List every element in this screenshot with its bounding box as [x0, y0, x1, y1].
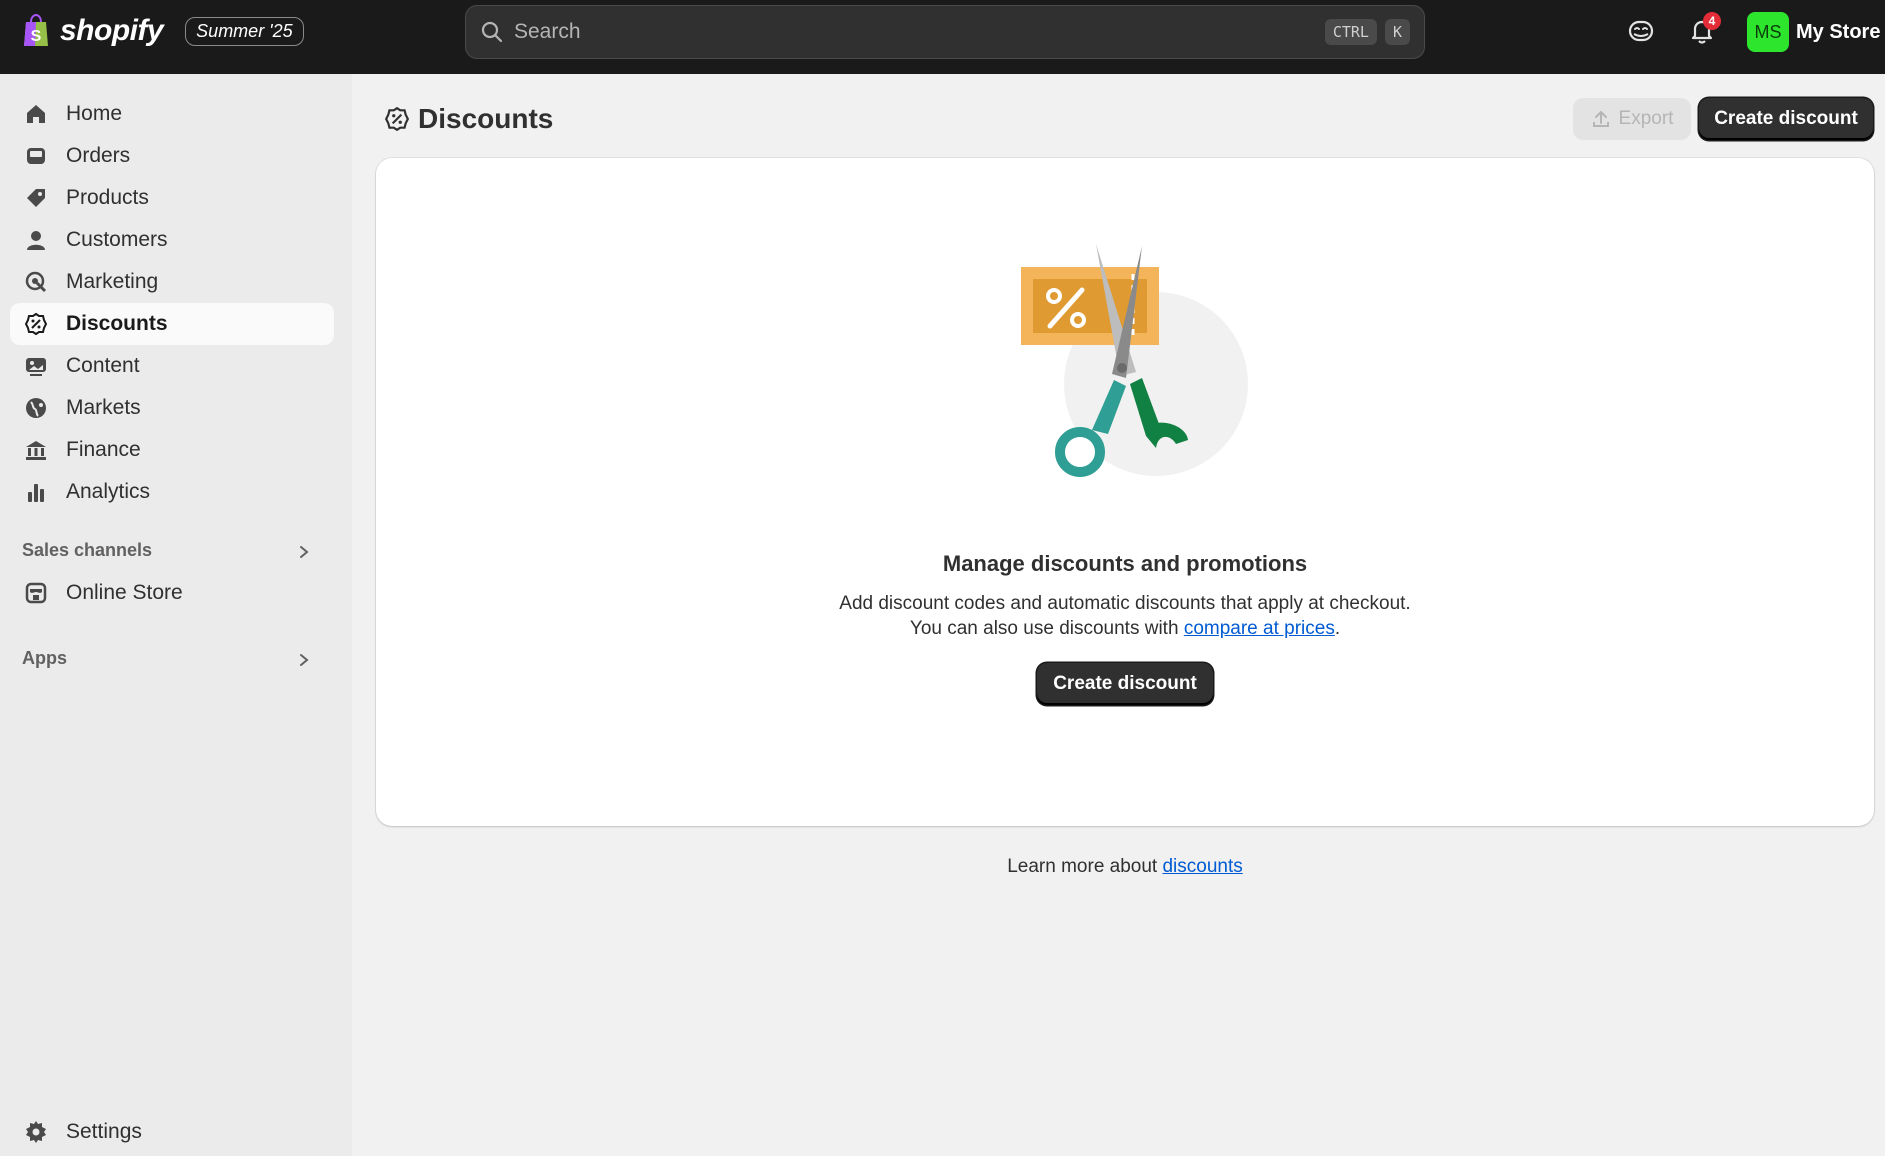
- store-name[interactable]: My Store: [1796, 21, 1880, 44]
- sidebar-item-label: Content: [66, 354, 140, 377]
- inbox-icon: [27, 148, 45, 164]
- shopify-bag-icon: S: [24, 14, 48, 46]
- sales-channels-heading[interactable]: Sales channels: [22, 540, 152, 561]
- sidebar-item-discounts[interactable]: Discounts: [10, 303, 334, 345]
- compare-at-prices-link[interactable]: compare at prices: [1184, 618, 1335, 639]
- empty-state-heading: Manage discounts and promotions: [942, 551, 1308, 576]
- empty-state-create-discount-button[interactable]: Create discount: [1037, 663, 1213, 705]
- learn-more-text: Learn more about: [1007, 856, 1163, 877]
- sidebar-item-home[interactable]: Home: [10, 93, 334, 135]
- sidebar: Home Orders Products Customers Marketing…: [0, 74, 352, 1156]
- sidebar-item-products[interactable]: Products: [10, 177, 334, 219]
- person-icon: [27, 231, 45, 250]
- search-icon: [481, 21, 503, 43]
- sidebar-item-settings[interactable]: Settings: [10, 1111, 334, 1153]
- chevron-right-icon[interactable]: [296, 652, 312, 668]
- avatar[interactable]: MS: [1747, 12, 1789, 52]
- svg-text:S: S: [31, 28, 42, 45]
- empty-state-description: Add discount codes and automatic discoun…: [376, 591, 1874, 641]
- sidebar-item-label: Settings: [66, 1120, 142, 1143]
- sidebar-item-content[interactable]: Content: [10, 345, 334, 387]
- tag-icon: [27, 189, 45, 207]
- sidebar-item-label: Marketing: [66, 270, 159, 293]
- discount-badge-icon: [384, 106, 410, 132]
- empty-state-line-2: You can also use discounts with compare …: [376, 616, 1874, 641]
- notification-count-badge: 4: [1703, 12, 1721, 30]
- page-header: Discounts: [384, 103, 553, 135]
- bar-chart-icon: [28, 484, 44, 502]
- empty-state-line-2-text: You can also use discounts with: [909, 618, 1184, 639]
- sidebar-item-label: Discounts: [66, 312, 168, 335]
- globe-icon: [26, 398, 46, 418]
- discount-badge-icon: [24, 312, 48, 336]
- shopify-logo[interactable]: S shopify Summer '25: [22, 14, 304, 48]
- search-input[interactable]: [514, 20, 1317, 44]
- shortcut-key-k: K: [1384, 19, 1410, 45]
- sidebar-item-label: Home: [66, 102, 123, 125]
- learn-more-footer: Learn more about discounts: [376, 856, 1874, 878]
- apps-heading[interactable]: Apps: [22, 648, 67, 669]
- store-icon: [25, 582, 47, 604]
- discounts-help-link[interactable]: discounts: [1162, 856, 1242, 877]
- brand-wordmark: shopify: [60, 14, 164, 47]
- top-bar: S shopify Summer '25 CTRL K 4 MS My Stor…: [0, 0, 1885, 74]
- sidebar-item-marketing[interactable]: Marketing: [10, 261, 334, 303]
- sidebar-item-orders[interactable]: Orders: [10, 135, 334, 177]
- export-button[interactable]: Export: [1573, 98, 1691, 140]
- bank-icon: [26, 441, 46, 460]
- page-title: Discounts: [418, 103, 554, 134]
- sidebar-item-label: Orders: [66, 144, 131, 167]
- sidebar-item-label: Finance: [66, 438, 141, 461]
- search-bar[interactable]: CTRL K: [465, 5, 1425, 59]
- shortcut-key-ctrl: CTRL: [1324, 19, 1377, 45]
- image-icon: [26, 358, 46, 376]
- create-discount-button[interactable]: Create discount: [1699, 98, 1873, 140]
- scissors-coupon-illustration: [1021, 244, 1248, 477]
- target-icon: [25, 271, 47, 293]
- sidebar-item-analytics[interactable]: Analytics: [10, 471, 334, 513]
- export-button-label: Export: [1618, 108, 1674, 129]
- empty-state-line-1: Add discount codes and automatic discoun…: [839, 593, 1411, 614]
- sidebar-item-label: Online Store: [66, 581, 183, 604]
- sidekick-icon[interactable]: [1626, 16, 1656, 46]
- chevron-right-icon[interactable]: [296, 544, 312, 560]
- gear-icon: [26, 1121, 46, 1143]
- sidebar-item-label: Analytics: [66, 480, 151, 503]
- sidebar-item-online-store[interactable]: Online Store: [10, 572, 334, 614]
- sidebar-item-markets[interactable]: Markets: [10, 387, 334, 429]
- sidebar-item-customers[interactable]: Customers: [10, 219, 334, 261]
- sidebar-item-label: Products: [66, 186, 149, 209]
- home-icon: [27, 105, 45, 123]
- sidebar-item-finance[interactable]: Finance: [10, 429, 334, 471]
- sidebar-item-label: Markets: [66, 396, 141, 419]
- sidebar-item-label: Customers: [66, 228, 168, 251]
- upload-icon: [1592, 110, 1609, 127]
- empty-state-line-2-suffix: .: [1334, 618, 1341, 639]
- empty-state-card: Manage discounts and promotions Add disc…: [376, 158, 1874, 826]
- edition-badge[interactable]: Summer '25: [185, 16, 304, 46]
